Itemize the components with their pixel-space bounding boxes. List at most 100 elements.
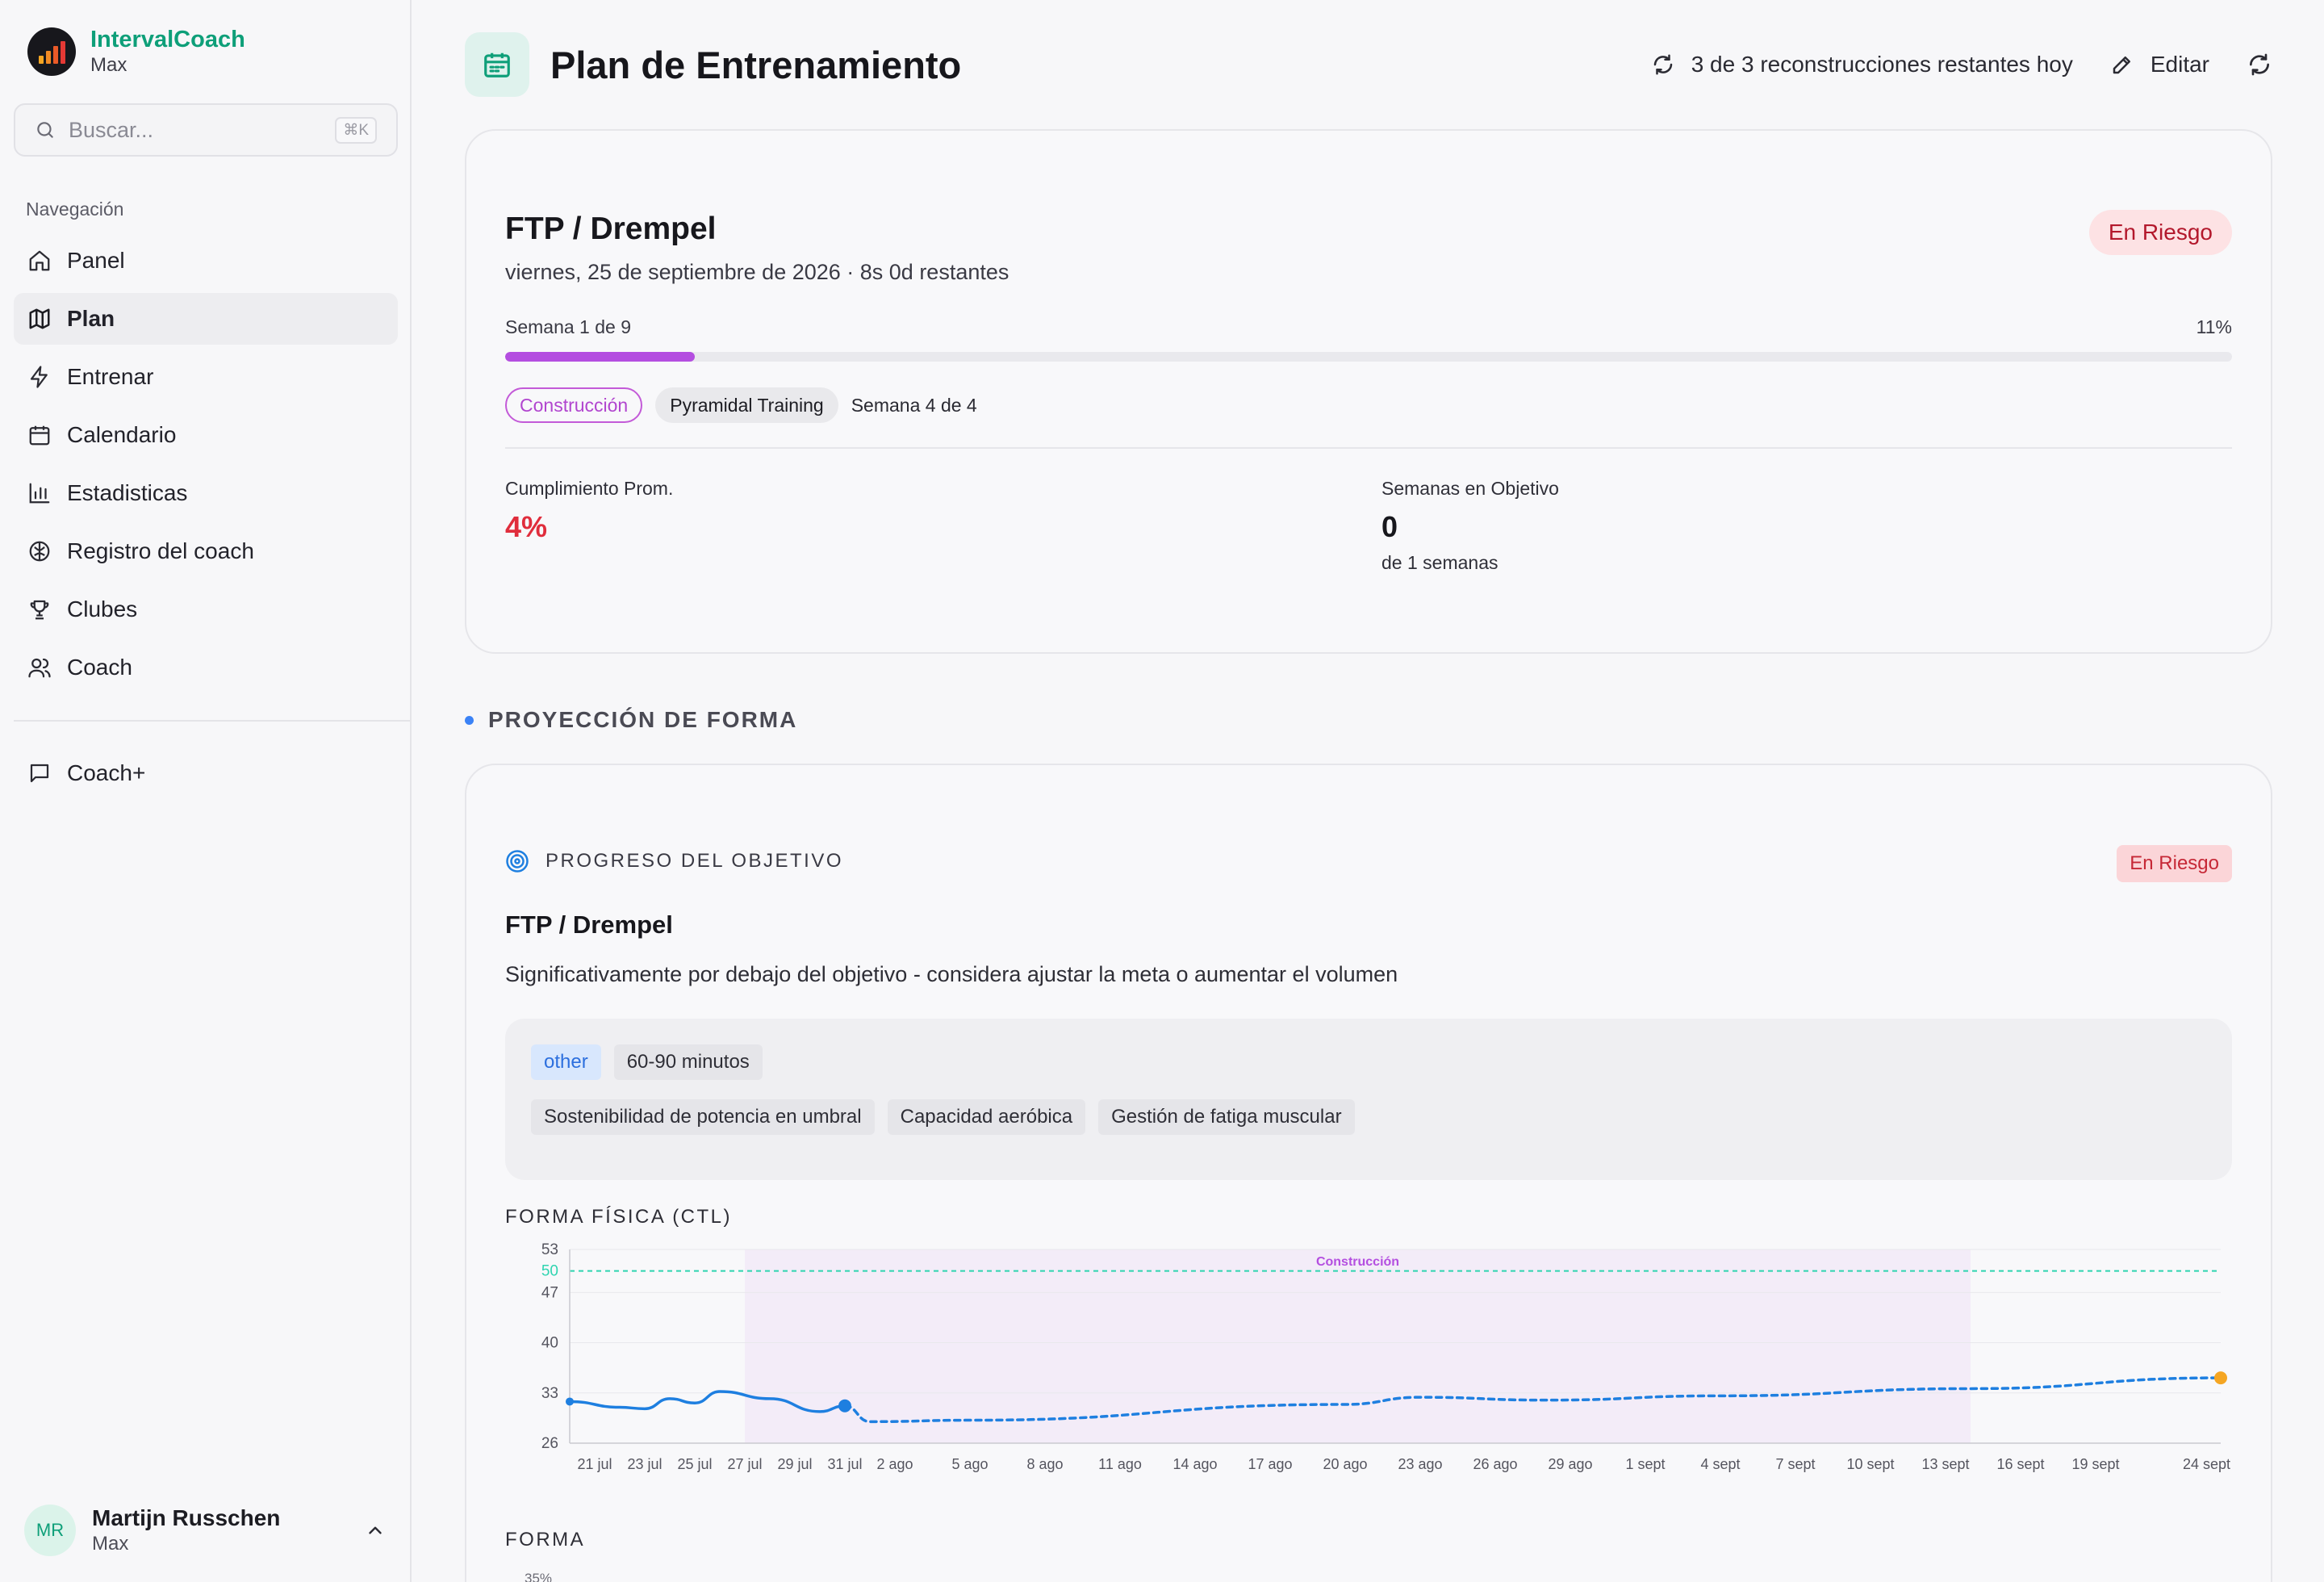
x-tick-label: 4 sept: [1700, 1456, 1740, 1472]
y-tick-label: 53: [541, 1241, 558, 1258]
x-tick-label: 24 sept: [2183, 1456, 2230, 1472]
week-label: Semana 1 de 9: [505, 316, 632, 337]
nav-item-label: Coach+: [67, 760, 146, 785]
page-title: Plan de Entrenamiento: [550, 43, 962, 86]
map-icon: [27, 306, 52, 332]
x-tick-label: 25 jul: [677, 1456, 712, 1472]
x-tick-label: 2 ago: [876, 1456, 913, 1472]
stat-label: Cumplimiento Prom.: [505, 478, 674, 499]
forma-chart-title: FORMA: [505, 1529, 586, 1551]
x-tick-label: 17 ago: [1248, 1456, 1292, 1472]
tag-type: other: [531, 1044, 601, 1080]
chat-icon: [27, 760, 52, 786]
nav-title: Navegación: [26, 199, 124, 220]
calendar-icon: [27, 422, 52, 448]
x-tick-label: 11 ago: [1098, 1456, 1142, 1472]
nav-item-calendario[interactable]: Calendario: [14, 409, 398, 461]
current-point: [838, 1399, 851, 1412]
progress-percent: 11%: [2196, 316, 2232, 337]
section-header: PROYECCIÓN DE FORMA: [465, 707, 797, 733]
page-header: Plan de Entrenamiento 3 de 3 reconstrucc…: [465, 32, 2272, 97]
refresh-icon: [1653, 54, 1672, 75]
rebuild-counter[interactable]: 3 de 3 reconstrucciones restantes hoy: [1651, 52, 2073, 77]
bar-chart-icon: [27, 480, 52, 506]
x-tick-label: 5 ago: [951, 1456, 988, 1472]
x-tick-label: 31 jul: [827, 1456, 862, 1472]
goal-card: FTP / Drempel viernes, 25 de septiembre …: [465, 129, 2272, 654]
projected-end-point: [2214, 1371, 2227, 1385]
progress-fill: [505, 352, 696, 362]
stat-value: 4%: [505, 510, 548, 543]
tag-focus: Sostenibilidad de potencia en umbral: [531, 1099, 875, 1135]
nav-item-estadisticas[interactable]: Estadisticas: [14, 467, 398, 519]
user-subtitle: Max: [92, 1533, 129, 1555]
search-input[interactable]: [69, 117, 311, 143]
y-tick-label: 40: [541, 1335, 558, 1352]
x-tick-label: 8 ago: [1026, 1456, 1063, 1472]
refresh-icon: [2250, 53, 2269, 76]
tag-focus: Gestión de fatiga muscular: [1098, 1099, 1355, 1135]
nav-item-label: Entrenar: [67, 364, 154, 389]
x-tick-label: 1 sept: [1625, 1456, 1665, 1472]
tag-box: other 60-90 minutos Sostenibilidad de po…: [505, 1019, 2232, 1180]
chevron-up-icon[interactable]: [365, 1520, 386, 1541]
app-subtitle: Max: [90, 54, 127, 76]
target-icon: [506, 850, 529, 873]
nav-list: Panel Plan Entrenar Calendario Estadisti…: [14, 235, 398, 700]
phase-band-label: Construcción: [1316, 1255, 1399, 1269]
sidebar: IntervalCoach Max ⌘K Navegación Panel Pl…: [0, 0, 412, 1582]
goal-date: viernes, 25 de septiembre de 2026 · 8s 0…: [505, 260, 1009, 284]
nav-item-label: Estadisticas: [67, 480, 188, 505]
section-title: PROYECCIÓN DE FORMA: [488, 707, 798, 732]
forma-tick-label: 35%: [525, 1571, 553, 1582]
stat-sub: de 1 semanas: [1381, 552, 1498, 573]
users-icon: [27, 655, 52, 680]
tag-focus: Capacidad aeróbica: [887, 1099, 1086, 1135]
nav-item-clubes[interactable]: Clubes: [14, 584, 398, 635]
nav-item-coach[interactable]: Coach: [14, 642, 398, 693]
main-content: Plan de Entrenamiento 3 de 3 reconstrucc…: [413, 0, 2324, 1582]
divider: [505, 447, 2232, 449]
x-tick-label: 23 jul: [627, 1456, 662, 1472]
edit-label: Editar: [2150, 52, 2209, 77]
section-dot: [465, 715, 474, 725]
user-name: Martijn Russchen: [92, 1505, 281, 1530]
rebuild-text: 3 de 3 reconstrucciones restantes hoy: [1691, 52, 2073, 77]
ctl-chart-svg: Construcción 26 33 40 47 53 50 21 jul 23 jul 25 j…: [541, 1241, 2230, 1472]
rebuild-button[interactable]: [2247, 52, 2272, 77]
x-tick-label: 27 jul: [727, 1456, 762, 1472]
y-tick-label: 33: [541, 1385, 558, 1402]
objective-header: PROGRESO DEL OBJETIVO: [505, 849, 843, 873]
goal-title: FTP / Drempel: [505, 211, 717, 246]
phase-band: [745, 1249, 1971, 1443]
user-menu[interactable]: MR Martijn Russchen Max: [24, 1502, 389, 1559]
block-week: Semana 4 de 4: [851, 394, 977, 416]
compliance-stat: Cumplimiento Prom. 4%: [505, 476, 673, 549]
target-label: 50: [541, 1263, 558, 1280]
nav-item-entrenar[interactable]: Entrenar: [14, 351, 398, 403]
brand[interactable]: IntervalCoach Max: [27, 26, 245, 77]
x-tick-label: 10 sept: [1846, 1456, 1894, 1472]
nav-item-label: Panel: [67, 248, 125, 273]
pencil-icon: [2113, 56, 2130, 74]
nav-item-panel[interactable]: Panel: [14, 235, 398, 287]
home-icon: [27, 248, 52, 274]
objective-description: Significativamente por debajo del objeti…: [505, 962, 1398, 986]
progress-bar: [505, 352, 2232, 362]
logo-icon: [27, 27, 76, 76]
nav-item-label: Registro del coach: [67, 538, 254, 563]
edit-button[interactable]: Editar: [2110, 52, 2209, 77]
ctl-chart: Construcción 26 33 40 47 53 50 21 jul 23 jul 25 j…: [505, 1241, 2232, 1472]
x-tick-label: 13 sept: [1921, 1456, 1969, 1472]
nav-item-registro[interactable]: Registro del coach: [14, 525, 398, 577]
tag-duration: 60-90 minutos: [613, 1044, 763, 1080]
nav-item-coach-plus[interactable]: Coach+: [14, 747, 398, 799]
x-tick-label: 16 sept: [1996, 1456, 2044, 1472]
nav-item-plan[interactable]: Plan: [14, 293, 398, 345]
nav-secondary: Coach+: [14, 747, 398, 806]
search-icon: [37, 122, 53, 138]
x-tick-label: 19 sept: [2071, 1456, 2119, 1472]
weeks-on-target-stat: Semanas en Objetivo 0 de 1 semanas: [1381, 476, 1559, 575]
series-start-point: [566, 1397, 574, 1406]
search-box[interactable]: ⌘K: [14, 103, 398, 157]
